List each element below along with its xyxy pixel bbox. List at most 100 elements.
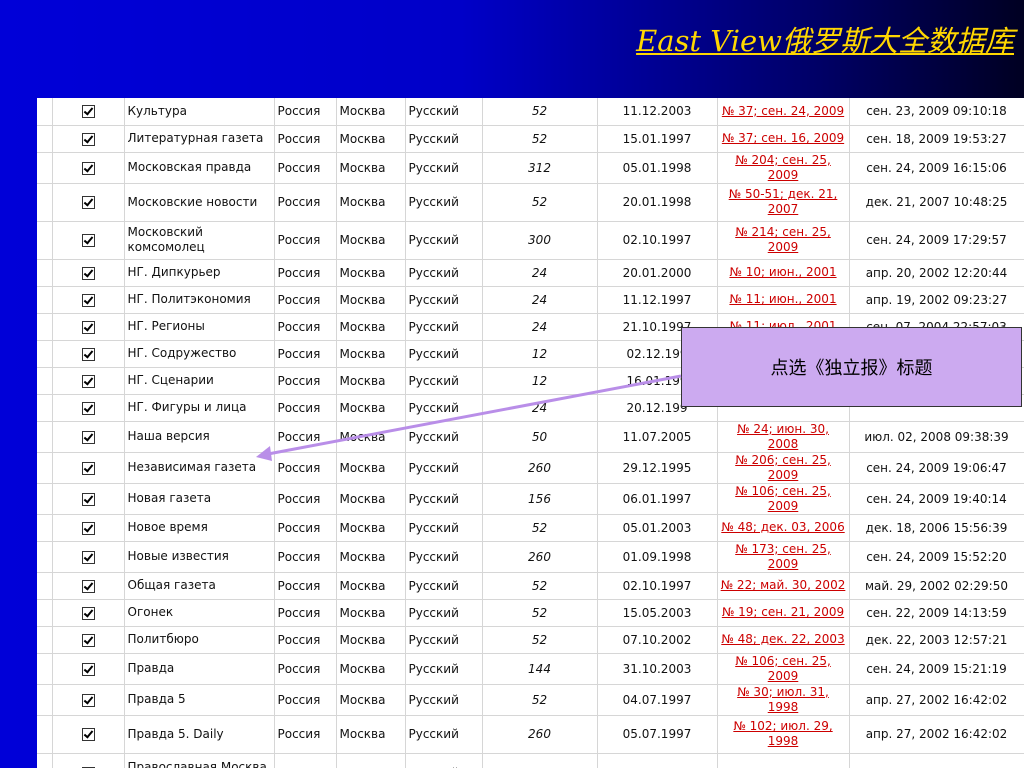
publication-name-cell[interactable]: НГ. Фигуры и лица [124,394,275,422]
row-checkbox[interactable] [81,430,95,444]
latest-issue-link[interactable]: № 214; сен. 25, 2009 [735,225,831,254]
publication-name-cell[interactable]: Политбюро [124,626,275,654]
latest-issue-link[interactable]: № 10; июн., 2001 [729,265,836,279]
row-checkbox[interactable] [81,633,95,647]
publication-name[interactable]: Общая газета [128,578,216,592]
publication-name[interactable]: НГ. Сценарии [128,373,214,387]
latest-issue-link[interactable]: № 102; июл. 29, 1998 [733,719,832,748]
language-cell: Русский [405,684,483,716]
row-checkbox[interactable] [81,461,95,475]
row-checkbox[interactable] [81,521,95,535]
publication-name-cell[interactable]: Правда [124,653,275,685]
publication-name[interactable]: Огонек [128,605,174,619]
publication-name-cell[interactable]: Правда 5. Daily [124,715,275,754]
publication-name-cell[interactable]: Независимая газета [124,452,275,484]
publication-name[interactable]: Независимая газета [128,460,257,474]
publication-name[interactable]: Православная Москва [128,760,267,768]
publication-name-cell[interactable]: Общая газета [124,572,275,600]
publication-name[interactable]: Правда 5. Daily [128,727,224,741]
publication-name[interactable]: НГ. Дипкурьер [128,265,221,279]
publication-name[interactable]: Политбюро [128,632,199,646]
start-date-cell: 11.12.2003 [597,98,718,126]
row-checkbox[interactable] [81,347,95,361]
row-checkbox[interactable] [81,662,95,676]
row-checkbox[interactable] [81,293,95,307]
publication-name[interactable]: Московский комсомолец [128,225,205,254]
publication-name[interactable]: Правда [128,661,175,675]
row-checkbox[interactable] [81,728,95,741]
publication-name-cell[interactable]: Наша версия [124,421,275,453]
publication-name-cell[interactable]: Московская правда [124,152,275,184]
latest-issue-link[interactable]: № 24; июн. 30, 2008 [737,422,829,451]
row-checkbox[interactable] [81,161,95,175]
publication-name-cell[interactable]: Огонек [124,599,275,627]
city-cell: Москва [336,626,406,654]
publication-name-cell[interactable]: НГ. Политэкономия [124,286,275,314]
publication-name-cell[interactable]: Правда 5 [124,684,275,716]
publication-name-cell[interactable]: Культура [124,98,275,126]
publication-name[interactable]: НГ. Фигуры и лица [128,400,247,414]
country-cell: Россия [274,98,337,126]
latest-issue-link[interactable]: № 48; дек. 03, 2006 [721,520,844,534]
row-checkbox[interactable] [81,132,95,146]
publication-name[interactable]: НГ. Политэкономия [128,292,251,306]
latest-issue-link[interactable]: № 206; сен. 25, 2009 [735,453,831,482]
publication-name-cell[interactable]: Православная Москваархив [124,753,275,768]
latest-issue-link[interactable]: № 11; июн., 2001 [729,292,836,306]
latest-issue-link[interactable]: № 30; июл. 31, 1998 [737,685,829,714]
publication-name-cell[interactable]: НГ. Содружество [124,340,275,368]
latest-issue-link[interactable]: № 22; май. 30, 2002 [721,578,846,592]
row-select-cell [52,514,125,542]
publication-name[interactable]: Литературная газета [128,131,264,145]
publication-name-cell[interactable]: Литературная газета [124,125,275,153]
latest-issue-link[interactable]: № 37; сен. 16, 2009 [722,131,844,145]
row-checkbox[interactable] [81,105,95,119]
publication-name-cell[interactable]: Новое время [124,514,275,542]
latest-issue-link[interactable]: № 204; сен. 25, 2009 [735,153,831,182]
latest-issue-link[interactable]: № 48; дек. 22, 2003 [721,632,844,646]
row-checkbox[interactable] [81,320,95,334]
publication-name[interactable]: НГ. Содружество [128,346,237,360]
latest-issue-link[interactable]: № 37; сен. 24, 2009 [722,104,844,118]
publication-name-cell[interactable]: Новые известия [124,541,275,573]
row-checkbox[interactable] [81,266,95,280]
latest-issue-cell: № 48; дек. 03, 2006 [717,514,850,542]
row-select-cell [52,572,125,600]
publication-name[interactable]: Правда 5 [128,692,186,706]
row-checkbox[interactable] [81,196,95,209]
row-select-cell [52,183,125,222]
updated-cell: дек. 18, 2006 15:56:39 [849,514,1024,542]
row-checkbox[interactable] [81,550,95,564]
publication-name[interactable]: Новое время [128,520,208,534]
publication-name[interactable]: Новая газета [128,491,212,505]
publication-name[interactable]: Новые известия [128,549,229,563]
latest-issue-link[interactable]: № 50-51; дек. 21, 2007 [729,187,838,216]
row-checkbox[interactable] [81,492,95,506]
latest-issue-link[interactable]: № 106; сен. 25, 2009 [735,654,831,683]
publication-name[interactable]: Наша версия [128,429,210,443]
row-checkbox[interactable] [81,693,95,707]
row-checkbox[interactable] [81,374,95,388]
row-checkbox[interactable] [81,579,95,593]
publication-name-cell[interactable]: НГ. Регионы [124,313,275,341]
language-cell: Русский [405,483,483,515]
table-row: Правда Россия Москва Русский 144 31.10.2003 № … [37,653,1024,685]
latest-issue-link[interactable]: № 106; сен. 25, 2009 [735,484,831,513]
row-checkbox[interactable] [81,606,95,620]
city-cell: Москва [336,367,406,395]
publication-name-cell[interactable]: Московский комсомолец [124,221,275,260]
start-date-cell: 31.10.2003 [597,653,718,685]
latest-issue-link[interactable]: № 173; сен. 25, 2009 [735,542,831,571]
publication-name-cell[interactable]: НГ. Сценарии [124,367,275,395]
publication-name-cell[interactable]: Московские новости [124,183,275,222]
publication-name[interactable]: Московская правда [128,160,252,174]
publication-name[interactable]: Культура [128,104,187,118]
country-cell: Россия [274,421,337,453]
publication-name-cell[interactable]: Новая газета [124,483,275,515]
row-checkbox[interactable] [81,401,95,415]
latest-issue-link[interactable]: № 19; сен. 21, 2009 [722,605,844,619]
publication-name[interactable]: Московские новости [128,195,258,209]
row-checkbox[interactable] [81,234,95,247]
publication-name[interactable]: НГ. Регионы [128,319,205,333]
publication-name-cell[interactable]: НГ. Дипкурьер [124,259,275,287]
